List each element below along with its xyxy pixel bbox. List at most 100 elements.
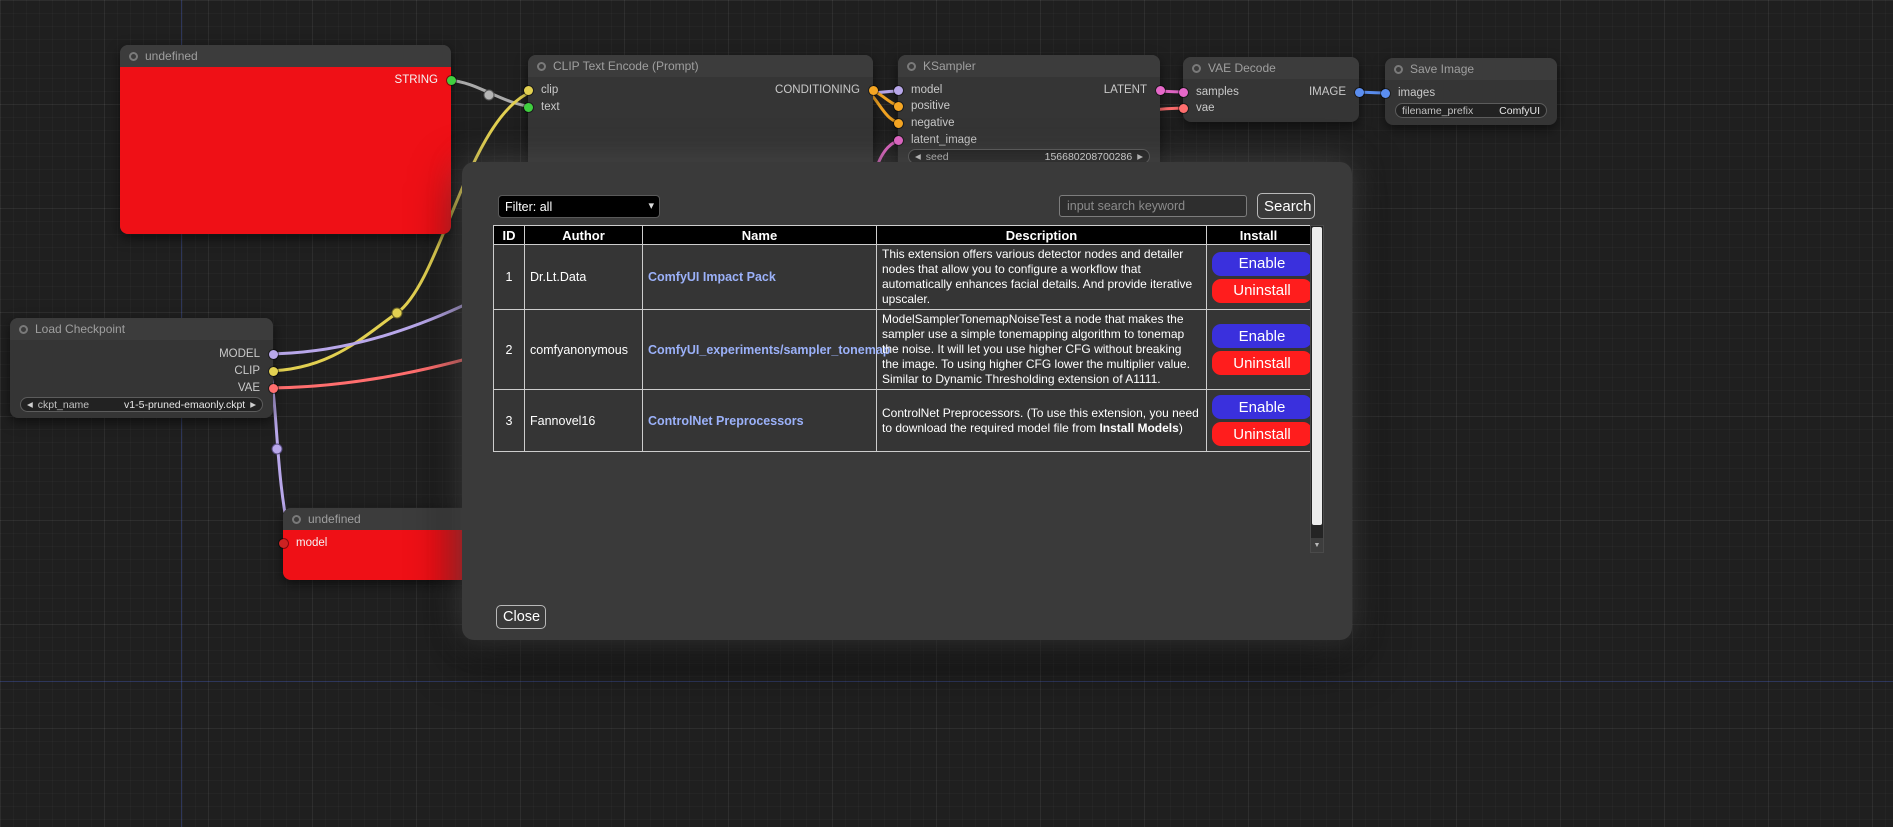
input-dot-latent-image[interactable] (894, 136, 903, 145)
enable-button[interactable]: Enable (1212, 395, 1312, 419)
prev-option-icon[interactable]: ◀ (27, 400, 33, 409)
collapse-dot-icon[interactable] (1192, 64, 1201, 73)
node-save-image[interactable]: Save Image images filename_prefix ComfyU… (1385, 58, 1557, 125)
input-dot-images[interactable] (1381, 89, 1390, 98)
input-dot-clip[interactable] (524, 86, 533, 95)
ckpt-name-widget[interactable]: ◀ ckpt_name v1-5-pruned-emaonly.ckpt ▶ (20, 397, 263, 412)
filter-dropdown[interactable]: Filter: all ▾ (498, 195, 660, 218)
uninstall-button[interactable]: Uninstall (1212, 279, 1312, 303)
input-dot-model[interactable] (894, 86, 903, 95)
increment-icon[interactable]: ▶ (1137, 152, 1143, 161)
node-title-bar[interactable]: undefined (283, 508, 470, 530)
node-undefined-top[interactable]: undefined STRING (120, 45, 451, 234)
input-slot-vae[interactable]: vae (1196, 100, 1215, 116)
node-title-bar[interactable]: Load Checkpoint (10, 318, 273, 340)
cell-install: Enable Uninstall (1207, 245, 1311, 310)
input-slot-negative[interactable]: negative (911, 115, 954, 131)
output-slot-latent[interactable]: LATENT (1104, 82, 1147, 98)
input-dot-model[interactable] (279, 539, 288, 548)
cell-id: 2 (494, 310, 525, 390)
reroute-dot-clip[interactable] (392, 308, 402, 318)
input-slot-positive[interactable]: positive (911, 98, 950, 114)
collapse-dot-icon[interactable] (537, 62, 546, 71)
node-title-bar[interactable]: KSampler (898, 55, 1160, 77)
input-dot-vae[interactable] (1179, 104, 1188, 113)
widget-value[interactable]: ComfyUI (1499, 105, 1540, 117)
decrement-icon[interactable]: ◀ (915, 152, 921, 161)
node-load-checkpoint[interactable]: Load Checkpoint MODEL CLIP VAE ◀ ckpt_na… (10, 318, 273, 418)
next-option-icon[interactable]: ▶ (250, 400, 256, 409)
output-slot-conditioning[interactable]: CONDITIONING (775, 82, 860, 98)
input-dot-text[interactable] (524, 103, 533, 112)
filename-prefix-widget[interactable]: filename_prefix ComfyUI (1395, 103, 1547, 118)
extension-link[interactable]: ComfyUI_experiments/sampler_tonemap (648, 343, 890, 357)
collapse-dot-icon[interactable] (907, 62, 916, 71)
input-dot-positive[interactable] (894, 102, 903, 111)
table-scrollbar[interactable]: ▼ (1310, 225, 1324, 553)
output-slot-clip[interactable]: CLIP (234, 363, 260, 379)
output-dot-vae[interactable] (269, 384, 278, 393)
output-dot-clip[interactable] (269, 367, 278, 376)
input-slot-text[interactable]: text (541, 99, 560, 115)
node-vae-decode[interactable]: VAE Decode samples vae IMAGE (1183, 57, 1359, 122)
collapse-dot-icon[interactable] (19, 325, 28, 334)
node-body: model (283, 530, 470, 580)
widget-value[interactable]: v1-5-pruned-emaonly.ckpt (124, 399, 245, 411)
input-slot-clip[interactable]: clip (541, 82, 558, 98)
slot-label: MODEL (219, 348, 260, 360)
slot-label: clip (541, 84, 558, 96)
output-dot-latent[interactable] (1156, 86, 1165, 95)
node-undefined-bottom[interactable]: undefined model (283, 508, 470, 580)
output-dot-string[interactable] (447, 76, 456, 85)
scrollbar-thumb[interactable] (1312, 227, 1322, 525)
node-editor-canvas[interactable]: undefined STRING CLIP Text Encode (Promp… (0, 0, 1893, 827)
input-dot-samples[interactable] (1179, 88, 1188, 97)
reroute-dot-model[interactable] (272, 444, 282, 454)
output-slot-image[interactable]: IMAGE (1309, 84, 1346, 100)
reroute-dot-string[interactable] (484, 90, 494, 100)
node-title-bar[interactable]: VAE Decode (1183, 57, 1359, 79)
slot-label: latent_image (911, 134, 977, 146)
collapse-dot-icon[interactable] (1394, 65, 1403, 74)
widget-label: ckpt_name (38, 399, 89, 411)
enable-button[interactable]: Enable (1212, 252, 1312, 276)
extension-manager-dialog: Filter: all ▾ Search ID Author Name Desc… (462, 162, 1352, 640)
collapse-dot-icon[interactable] (129, 52, 138, 61)
node-title-bar[interactable]: undefined (120, 45, 451, 67)
node-title: Load Checkpoint (35, 322, 125, 336)
search-input[interactable] (1059, 195, 1247, 217)
output-dot-conditioning[interactable] (869, 86, 878, 95)
input-slot-model[interactable]: model (911, 82, 942, 98)
output-slot-string[interactable]: STRING (395, 72, 438, 88)
table-row: 1 Dr.Lt.Data ComfyUI Impact Pack This ex… (494, 245, 1311, 310)
output-dot-image[interactable] (1355, 88, 1364, 97)
output-slot-vae[interactable]: VAE (238, 380, 260, 396)
collapse-dot-icon[interactable] (292, 515, 301, 524)
search-button[interactable]: Search (1257, 193, 1315, 219)
input-slot-images[interactable]: images (1398, 85, 1435, 101)
filter-select[interactable]: Filter: all (498, 195, 660, 218)
slot-label: VAE (238, 382, 260, 394)
node-title-bar[interactable]: CLIP Text Encode (Prompt) (528, 55, 873, 77)
cell-author: comfyanonymous (525, 310, 643, 390)
close-button[interactable]: Close (496, 605, 546, 629)
cell-install: Enable Uninstall (1207, 310, 1311, 390)
input-slot-model[interactable]: model (296, 535, 327, 551)
output-slot-model[interactable]: MODEL (219, 346, 260, 362)
input-slot-latent-image[interactable]: latent_image (911, 132, 977, 148)
input-dot-negative[interactable] (894, 119, 903, 128)
output-dot-model[interactable] (269, 350, 278, 359)
extension-link[interactable]: ComfyUI Impact Pack (648, 270, 776, 284)
enable-button[interactable]: Enable (1212, 324, 1312, 348)
scroll-down-button[interactable]: ▼ (1311, 538, 1323, 552)
cell-description: ControlNet Preprocessors. (To use this e… (877, 390, 1207, 452)
node-title-bar[interactable]: Save Image (1385, 58, 1557, 80)
description-text: ) (1179, 421, 1183, 435)
extension-link[interactable]: ControlNet Preprocessors (648, 414, 804, 428)
slot-label: images (1398, 87, 1435, 99)
uninstall-button[interactable]: Uninstall (1212, 422, 1312, 446)
input-slot-samples[interactable]: samples (1196, 84, 1239, 100)
slot-label: model (296, 537, 327, 549)
uninstall-button[interactable]: Uninstall (1212, 351, 1312, 375)
widget-value[interactable]: 156680208700286 (1045, 151, 1133, 163)
